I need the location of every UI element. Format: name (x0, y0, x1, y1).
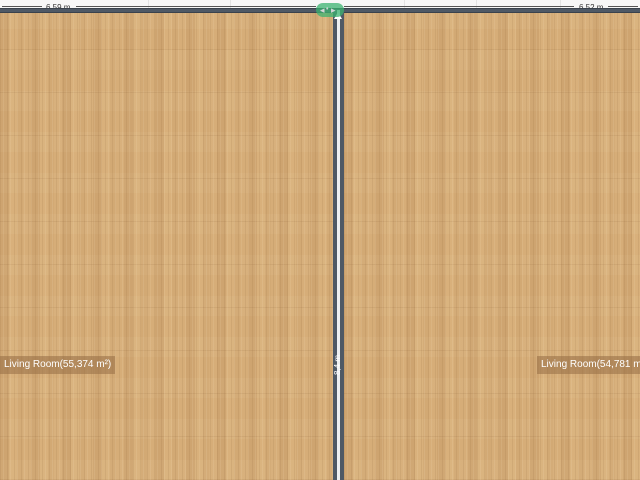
handle-center-icon: • (326, 6, 329, 13)
room-label-right[interactable]: Living Room(54,781 m (537, 356, 640, 374)
floor-right-room[interactable] (344, 12, 640, 480)
dimension-line-right (344, 6, 574, 7)
divider-wall[interactable] (333, 10, 344, 480)
room-label-left[interactable]: Living Room(55,374 m²) (0, 356, 116, 374)
divider-wall-length: 8,4 m (333, 355, 342, 376)
dimension-line-right-ext (608, 6, 638, 7)
arrow-left-icon: ◂ (320, 5, 325, 15)
divider-wall-center-line (337, 10, 340, 480)
dimension-line-left-ext (76, 6, 316, 7)
resize-handle-icon[interactable]: ◂ • ▸ (316, 3, 344, 17)
arrow-right-icon: ▸ (331, 5, 336, 15)
floor-left-room[interactable] (0, 12, 333, 480)
dimension-line-left (2, 6, 42, 7)
